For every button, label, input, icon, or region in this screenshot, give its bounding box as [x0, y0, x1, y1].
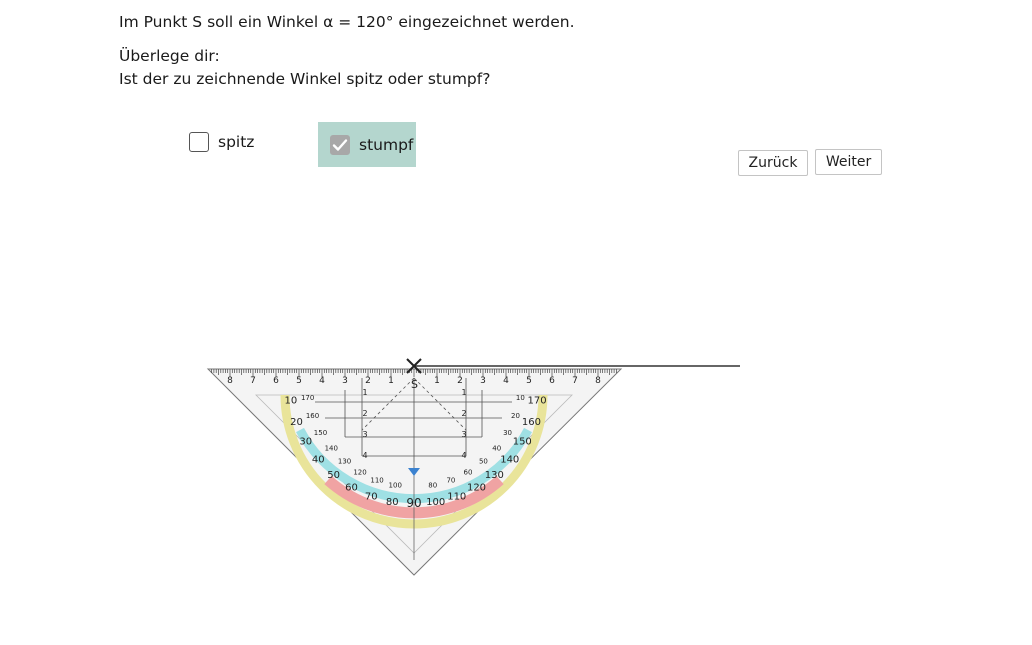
ruler-number: 6: [549, 376, 555, 386]
inner-scale-number: 3: [461, 430, 466, 439]
inner-scale-number: 1: [362, 388, 367, 397]
angle-label-inner: 140: [325, 444, 338, 452]
angle-label: 60: [345, 482, 358, 493]
angle-label: 130: [485, 470, 504, 481]
ruler-number: 8: [595, 376, 601, 386]
inner-scale-number: 4: [362, 451, 367, 460]
angle-label: 80: [386, 497, 399, 508]
angle-label: 160: [522, 417, 541, 428]
ruler-number: 6: [273, 376, 279, 386]
ruler-number: 4: [319, 376, 325, 386]
inner-scale-number: 1: [461, 388, 466, 397]
angle-label: 120: [467, 482, 486, 493]
inner-scale-number: 4: [461, 451, 466, 460]
set-square[interactable]: 8 7 6 5 4 3 2 1 1 2 3 4 5 6 7 81 12 23 34 4 102030405060708…: [206, 368, 623, 576]
ruler-number: 7: [250, 376, 256, 386]
inner-scale-number: 2: [362, 409, 367, 418]
ruler-number: 1: [434, 376, 440, 386]
ruler-number: 3: [480, 376, 486, 386]
angle-label: 110: [447, 491, 466, 502]
ruler-number: 4: [503, 376, 509, 386]
angle-label: 30: [299, 437, 312, 448]
ruler-number: 5: [526, 376, 532, 386]
angle-label: 90: [406, 496, 421, 510]
ruler-number: 7: [572, 376, 578, 386]
angle-label-inner: 20: [511, 412, 520, 420]
angle-label-inner: 100: [389, 481, 402, 489]
angle-label: 10: [285, 396, 298, 407]
angle-label-inner: 70: [446, 476, 455, 484]
inner-scale-number: 3: [362, 430, 367, 439]
angle-label-inner: 30: [503, 429, 512, 437]
angle-label: 140: [500, 454, 519, 465]
angle-label-inner: 80: [428, 481, 437, 489]
geometry-canvas: 8 7 6 5 4 3 2 1 1 2 3 4 5 6 7 81 12 23 34 4 102030405060708…: [206, 358, 740, 576]
angle-label: 70: [365, 491, 378, 502]
angle-label-inner: 10: [516, 394, 525, 402]
ruler-number: 3: [342, 376, 348, 386]
ruler-number: 5: [296, 376, 302, 386]
angle-label: 50: [327, 470, 340, 481]
angle-label-inner: 110: [370, 476, 383, 484]
angle-label-inner: 40: [492, 444, 501, 452]
angle-label: 170: [528, 396, 547, 407]
angle-label: 40: [312, 454, 325, 465]
ruler-number: 2: [457, 376, 463, 386]
angle-label-inner: 120: [353, 469, 366, 477]
angle-label-inner: 130: [338, 458, 351, 466]
ruler-number: 8: [227, 376, 233, 386]
point-s-label: S: [411, 378, 418, 391]
angle-label: 150: [513, 437, 532, 448]
angle-label-inner: 170: [301, 394, 314, 402]
ruler-number: 1: [388, 376, 394, 386]
angle-label-inner: 50: [479, 458, 488, 466]
angle-label-inner: 60: [464, 469, 473, 477]
angle-label-inner: 160: [306, 412, 319, 420]
angle-label: 100: [426, 497, 445, 508]
angle-label: 20: [290, 417, 303, 428]
angle-label-inner: 150: [314, 429, 327, 437]
inner-scale-number: 2: [461, 409, 466, 418]
ruler-number: 2: [365, 376, 371, 386]
